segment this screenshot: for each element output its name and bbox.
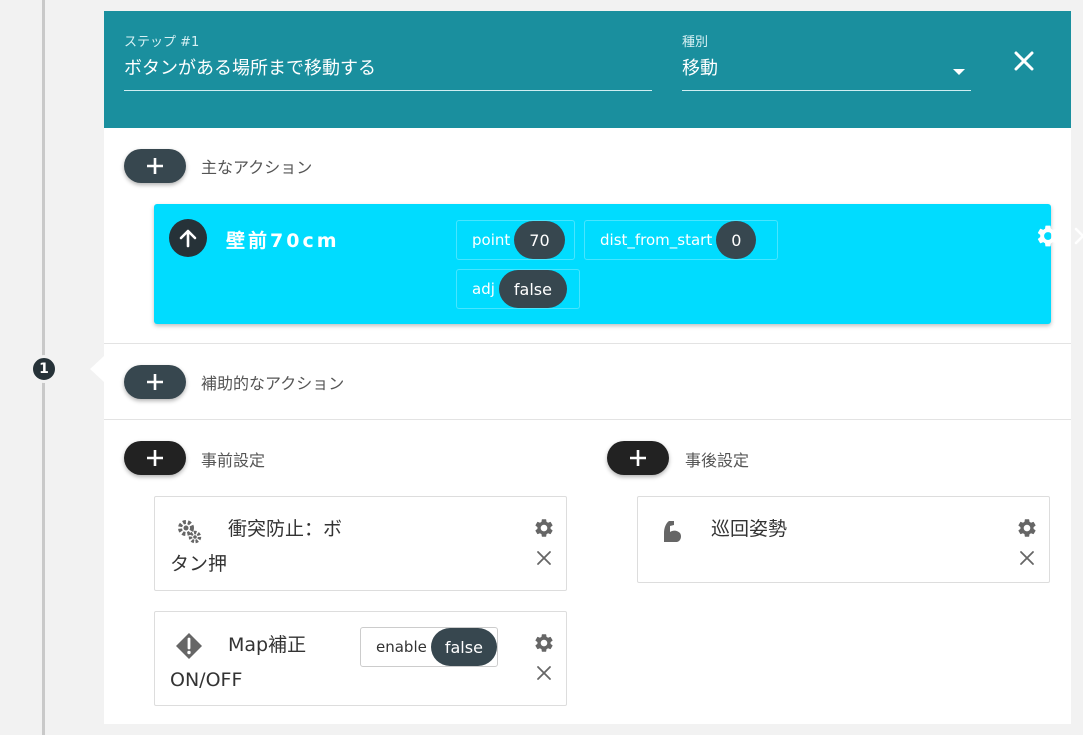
sub-actions-label: 補助的なアクション (201, 374, 345, 393)
step-header: ステップ #1 ボタンがある場所まで移動する 種別 移動 (104, 11, 1071, 128)
param-name: dist_from_start (600, 231, 713, 249)
step-title-field[interactable]: ステップ #1 ボタンがある場所まで移動する (124, 31, 652, 91)
setting-title: Map補正 (228, 634, 307, 656)
setting-title-continued: ON/OFF (170, 669, 243, 691)
add-main-action-button[interactable] (124, 149, 186, 183)
pre-settings-label: 事前設定 (201, 451, 266, 470)
param-value[interactable]: false (430, 628, 497, 666)
sub-actions-section: 補助的なアクション (104, 344, 1071, 420)
gears-icon (178, 520, 202, 544)
close-icon[interactable] (1019, 550, 1035, 566)
param-name: enable (376, 638, 427, 656)
step-title-input[interactable]: ボタンがある場所まで移動する (124, 54, 652, 91)
param-value[interactable]: 70 (514, 221, 565, 259)
setting-title-continued: タン押 (170, 553, 228, 575)
setting-title: 巡回姿勢 (711, 518, 788, 540)
param-name: point (472, 231, 511, 249)
close-icon[interactable] (536, 550, 552, 566)
param-adj[interactable]: adj false (456, 269, 580, 309)
param-value[interactable]: 0 (716, 221, 757, 259)
param-dist-from-start[interactable]: dist_from_start 0 (584, 220, 778, 260)
add-sub-action-button[interactable] (124, 365, 186, 399)
setting-title: 衝突防止：ボ (228, 518, 343, 540)
add-post-setting-button[interactable] (607, 441, 669, 475)
step-type-value[interactable]: 移動 (682, 54, 971, 91)
settings-gear-icon[interactable] (1035, 223, 1061, 249)
settings-gear-icon[interactable] (533, 517, 555, 539)
pre-setting-card[interactable]: 衝突防止：ボ タン押 (154, 496, 567, 591)
param-name: adj (472, 280, 495, 298)
arm-flex-icon (664, 521, 681, 542)
add-pre-setting-button[interactable] (124, 441, 186, 475)
param-point[interactable]: point 70 (456, 220, 575, 260)
close-icon[interactable] (1010, 47, 1038, 75)
plus-icon (147, 450, 163, 466)
arrow-up-icon (169, 219, 207, 257)
param-enable[interactable]: enable false (360, 627, 498, 667)
step-card: ステップ #1 ボタンがある場所まで移動する 種別 移動 主なアクション 壁前7… (104, 11, 1083, 724)
close-icon[interactable] (1072, 225, 1083, 247)
close-step-button[interactable] (1010, 47, 1038, 75)
settings-gear-icon[interactable] (533, 632, 555, 654)
step-type-label: 種別 (682, 35, 709, 50)
settings-gear-icon[interactable] (1016, 517, 1038, 539)
post-setting-card[interactable]: 巡回姿勢 (637, 496, 1050, 583)
step-number-badge: 1 (30, 355, 58, 383)
warning-diamond-icon (176, 633, 202, 659)
plus-icon (147, 374, 163, 390)
dropdown-arrow-icon[interactable] (953, 69, 965, 75)
pre-setting-card[interactable]: Map補正 ON/OFF enable false (154, 611, 567, 706)
main-actions-section: 主なアクション 壁前70cm point 70 dist_from_start … (104, 128, 1083, 344)
main-actions-label: 主なアクション (201, 158, 313, 177)
main-action-title: 壁前70cm (226, 230, 340, 252)
param-value[interactable]: false (498, 270, 567, 308)
step-type-select[interactable]: 種別 移動 (682, 31, 971, 91)
main-action-card[interactable]: 壁前70cm point 70 dist_from_start 0 adj fa… (154, 204, 1083, 324)
step-title-label: ステップ #1 (124, 35, 200, 50)
close-icon[interactable] (536, 665, 552, 681)
post-settings-label: 事後設定 (685, 451, 750, 470)
card-pointer (90, 356, 104, 382)
plus-icon (630, 450, 646, 466)
plus-icon (147, 158, 163, 174)
